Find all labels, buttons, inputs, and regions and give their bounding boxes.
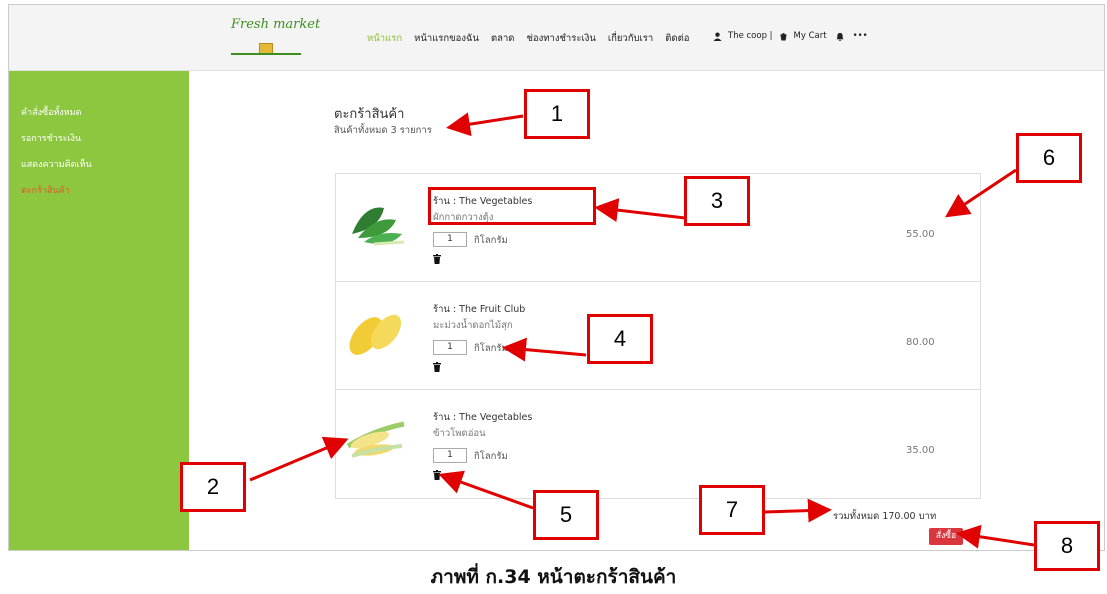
callout-5: 5 xyxy=(533,490,599,540)
callout-1: 1 xyxy=(524,89,590,139)
callout-7: 7 xyxy=(699,485,765,535)
callout-4: 4 xyxy=(587,314,653,364)
callout-6: 6 xyxy=(1016,133,1082,183)
figure-caption: ภาพที่ ก.34 หน้าตะกร้าสินค้า xyxy=(430,566,677,588)
callout-2: 2 xyxy=(180,462,246,512)
callout-3: 3 xyxy=(684,176,750,226)
